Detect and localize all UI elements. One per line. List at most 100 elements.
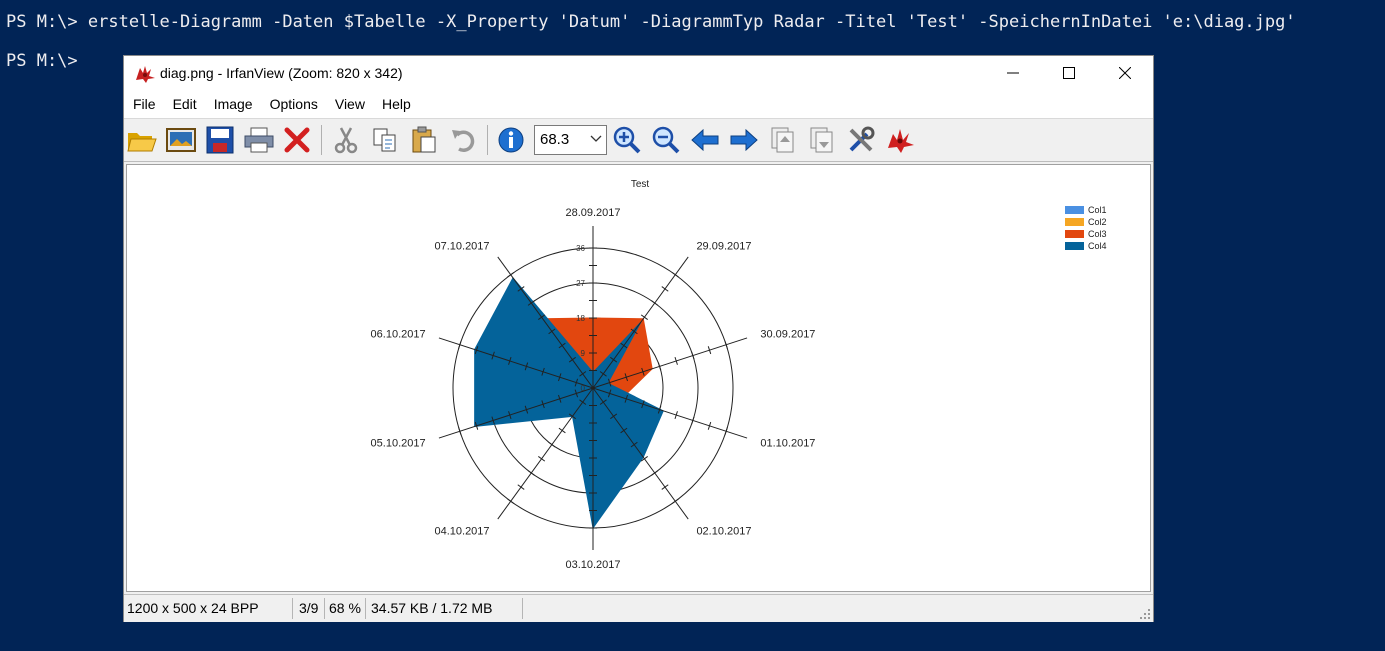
console-command-line: PS M:\> erstelle-Diagramm -Daten $Tabell… <box>6 12 1296 32</box>
status-bar: 1200 x 500 x 24 BPP 3/9 68 % 34.57 KB / … <box>124 594 1153 622</box>
radar-category-label: 05.10.2017 <box>371 437 426 449</box>
menu-help[interactable]: Help <box>373 96 419 112</box>
cut-button[interactable] <box>330 124 362 156</box>
delete-button[interactable] <box>281 124 313 156</box>
last-page-icon <box>810 127 833 153</box>
radar-category-label: 02.10.2017 <box>696 525 751 537</box>
maximize-icon <box>1063 67 1075 79</box>
maximize-button[interactable] <box>1041 56 1097 90</box>
legend-label: Col4 <box>1088 241 1107 251</box>
irfanview-logo-button[interactable] <box>884 124 916 156</box>
radar-tick-mark <box>661 484 669 490</box>
radar-category-label: 29.09.2017 <box>696 241 751 253</box>
delete-icon <box>284 127 310 153</box>
menu-bar: File Edit Image Options View Help <box>124 90 1153 118</box>
radar-tick-mark <box>507 271 515 278</box>
menu-view[interactable]: View <box>326 96 373 112</box>
irfanview-logo-icon <box>888 129 914 153</box>
info-icon <box>498 127 524 153</box>
previous-image-button[interactable] <box>689 124 721 156</box>
radar-tick-mark <box>651 300 659 306</box>
next-image-button[interactable] <box>728 124 760 156</box>
paste-icon <box>412 126 436 153</box>
zoom-out-icon <box>652 126 680 154</box>
radar-tick-mark <box>661 286 669 292</box>
slideshow-button[interactable] <box>165 124 197 156</box>
menu-edit[interactable]: Edit <box>164 96 205 112</box>
zoom-in-icon <box>613 126 641 154</box>
save-button[interactable] <box>204 124 236 156</box>
radar-category-label: 04.10.2017 <box>434 525 489 537</box>
radar-tick-label: 0 <box>581 384 586 393</box>
copy-button[interactable] <box>369 124 401 156</box>
radar-tick-mark <box>671 271 679 278</box>
legend-swatch-col2 <box>1065 218 1084 226</box>
legend-label: Col2 <box>1088 217 1107 227</box>
zoom-in-button[interactable] <box>611 124 643 156</box>
save-icon <box>206 126 234 154</box>
first-page-icon <box>771 127 794 153</box>
radar-tick-mark <box>671 498 679 505</box>
radar-tick-label: 27 <box>576 279 585 288</box>
open-button[interactable] <box>126 124 158 156</box>
slideshow-icon <box>166 128 196 152</box>
menu-options[interactable]: Options <box>261 96 326 112</box>
undo-button[interactable] <box>447 124 479 156</box>
radar-tick-label: 18 <box>576 314 585 323</box>
irfanview-app-icon <box>136 66 155 83</box>
first-page-button[interactable] <box>767 124 799 156</box>
toolbar: 68.3 <box>124 118 1153 162</box>
radar-category-label: 03.10.2017 <box>565 559 620 571</box>
radar-tick-mark <box>651 470 659 476</box>
zoom-value: 68.3 <box>540 131 570 148</box>
status-zoom: 68 % <box>329 600 361 616</box>
print-icon <box>244 127 274 153</box>
cut-icon <box>334 127 358 154</box>
title-bar[interactable]: diag.png - IrfanView (Zoom: 820 x 342) <box>124 56 1153 90</box>
chevron-down-icon <box>590 135 602 142</box>
info-button[interactable] <box>495 124 527 156</box>
radar-tick-label: 9 <box>581 349 586 358</box>
status-dimensions: 1200 x 500 x 24 BPP <box>127 600 259 616</box>
properties-button[interactable] <box>845 124 877 156</box>
radar-category-label: 30.09.2017 <box>760 329 815 341</box>
image-viewport[interactable]: Test 0 9 18 27 36 28.09.2017 29.09.2017 30.09.2… <box>126 164 1151 592</box>
toolbar-separator <box>321 125 322 155</box>
legend-label: Col3 <box>1088 229 1107 239</box>
paste-button[interactable] <box>408 124 440 156</box>
radar-category-label: 06.10.2017 <box>371 329 426 341</box>
print-button[interactable] <box>243 124 275 156</box>
minimize-icon <box>1007 72 1019 74</box>
status-divider <box>292 598 293 619</box>
close-icon <box>1119 67 1131 79</box>
radar-tick-mark <box>517 484 525 490</box>
toolbar-separator <box>487 125 488 155</box>
radar-tick-mark <box>527 470 535 476</box>
status-file-index: 3/9 <box>299 600 319 616</box>
zoom-combobox[interactable]: 68.3 <box>534 125 607 155</box>
minimize-button[interactable] <box>985 56 1041 90</box>
zoom-out-button[interactable] <box>650 124 682 156</box>
radar-tick-mark <box>558 427 566 434</box>
radar-chart: Test 0 9 18 27 36 28.09.2017 29.09.2017 30.09.2… <box>371 179 1107 571</box>
copy-icon <box>373 128 396 152</box>
window-title: diag.png - IrfanView (Zoom: 820 x 342) <box>160 65 403 81</box>
radar-tick-label: 36 <box>576 244 585 253</box>
status-divider <box>324 598 325 619</box>
previous-icon <box>691 129 719 151</box>
properties-icon <box>849 126 875 152</box>
last-page-button[interactable] <box>806 124 838 156</box>
next-icon <box>730 129 758 151</box>
menu-file[interactable]: File <box>124 96 164 112</box>
status-divider <box>522 598 523 619</box>
radar-category-label: 07.10.2017 <box>434 241 489 253</box>
status-file-size: 34.57 KB / 1.72 MB <box>371 600 493 616</box>
console-prompt-line: PS M:\> <box>6 51 78 71</box>
legend-label: Col1 <box>1088 205 1107 215</box>
close-button[interactable] <box>1097 56 1153 90</box>
radar-tick-mark <box>538 456 546 462</box>
radar-tick-mark <box>507 498 515 505</box>
menu-image[interactable]: Image <box>205 96 261 112</box>
resize-grip-icon[interactable] <box>1139 608 1151 620</box>
radar-category-label: 28.09.2017 <box>565 207 620 219</box>
